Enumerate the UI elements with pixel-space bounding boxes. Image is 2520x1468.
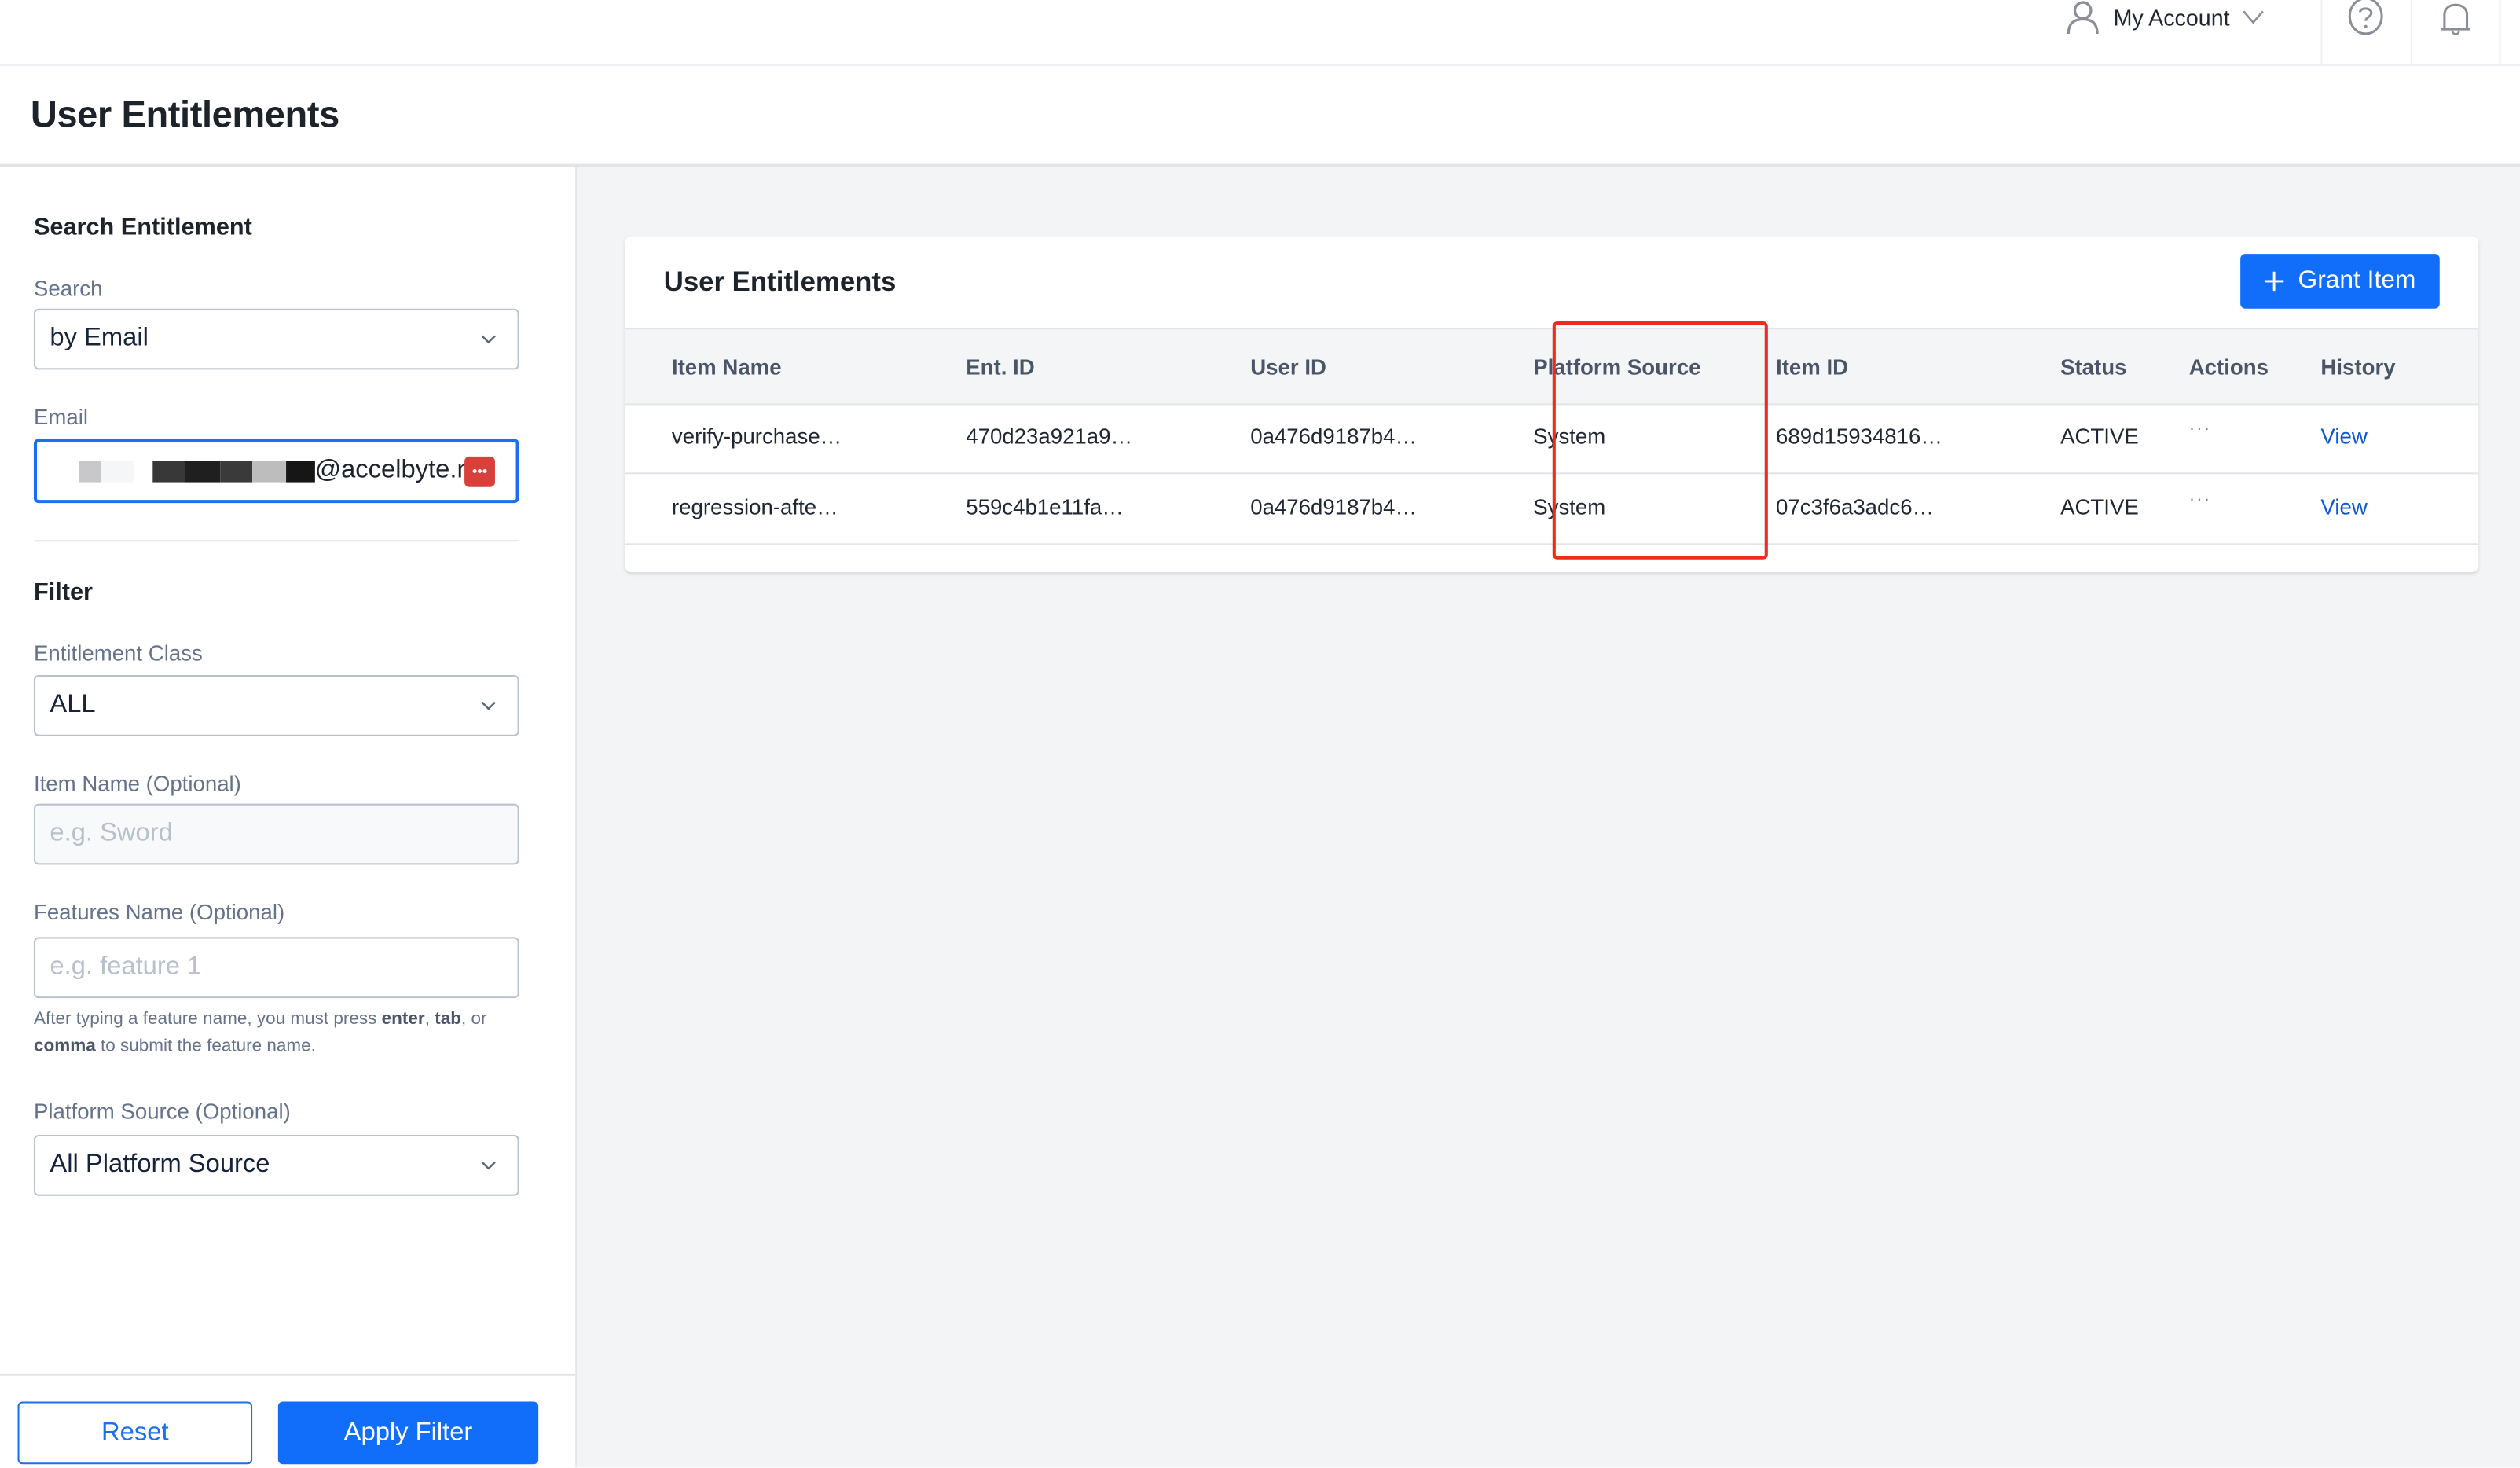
cell-item-id: 07c3f6a3adc6… xyxy=(1776,494,1935,519)
password-manager-icon[interactable]: ••• xyxy=(464,456,495,487)
page: My Account User Entitlements Search Enti… xyxy=(0,0,2520,1468)
item-name-input[interactable]: e.g. Sword xyxy=(33,803,519,865)
search-label: Search xyxy=(33,276,103,301)
help-icon[interactable] xyxy=(2346,0,2385,39)
item-name-placeholder: e.g. Sword xyxy=(50,820,173,847)
cell-user-id: 0a476d9187b4… xyxy=(1250,494,1418,519)
column-header-status[interactable]: Status xyxy=(2060,355,2126,380)
entitlement-class-value: ALL xyxy=(50,691,96,719)
cell-item-name: regression-afte… xyxy=(671,494,838,519)
cell-status: ACTIVE xyxy=(2060,424,2139,449)
grant-item-label: Grant Item xyxy=(2298,266,2416,295)
reset-button[interactable]: Reset xyxy=(17,1401,253,1465)
search-filter-panel: Search Entitlement Search by Email Email… xyxy=(0,167,578,1468)
grant-item-button[interactable]: Grant Item xyxy=(2240,254,2440,309)
topbar-divider xyxy=(2320,0,2323,64)
features-name-label: Features Name (Optional) xyxy=(33,900,285,925)
platform-source-select[interactable]: All Platform Source xyxy=(33,1134,519,1196)
platform-source-value: All Platform Source xyxy=(50,1151,270,1179)
section-divider xyxy=(33,540,519,542)
more-actions-icon[interactable]: ··· xyxy=(2189,490,2212,510)
entitlements-title: User Entitlements xyxy=(663,266,897,298)
cell-status: ACTIVE xyxy=(2060,494,2139,519)
footer-divider xyxy=(0,1374,576,1376)
cell-platform-source: System xyxy=(1533,424,1606,449)
view-history-link[interactable]: View xyxy=(2320,495,2367,519)
search-by-value: by Email xyxy=(50,325,149,352)
table-row[interactable]: regression-afte… 559c4b1e11fa… 0a476d918… xyxy=(625,472,2478,545)
column-header-ent-id[interactable]: Ent. ID xyxy=(966,355,1034,380)
column-header-item-id[interactable]: Item ID xyxy=(1776,355,1848,380)
column-header-item-name[interactable]: Item Name xyxy=(672,355,782,380)
search-by-select[interactable]: by Email xyxy=(33,308,519,370)
email-redacted-prefix xyxy=(60,460,315,482)
bell-icon[interactable] xyxy=(2437,0,2475,39)
chevron-down-icon xyxy=(481,701,496,710)
search-section-title: Search Entitlement xyxy=(33,214,252,241)
my-account-menu[interactable]: My Account xyxy=(2065,0,2265,35)
column-header-platform-source[interactable]: Platform Source xyxy=(1533,355,1700,380)
chevron-down-icon xyxy=(481,335,496,344)
cell-item-name: verify-purchase… xyxy=(671,424,842,449)
filter-section-title: Filter xyxy=(33,578,93,607)
topbar-divider xyxy=(2499,0,2501,64)
chevron-down-icon xyxy=(2243,9,2265,25)
column-header-actions: Actions xyxy=(2188,355,2269,380)
column-header-user-id[interactable]: User ID xyxy=(1250,355,1326,380)
entitlement-class-select[interactable]: ALL xyxy=(33,675,519,736)
topbar-divider xyxy=(2410,0,2412,64)
entitlement-class-label: Entitlement Class xyxy=(33,641,203,666)
chevron-down-icon xyxy=(481,1161,496,1170)
email-label: Email xyxy=(33,405,89,430)
email-input[interactable]: @accelbyte.net ••• xyxy=(33,439,519,504)
platform-source-label: Platform Source (Optional) xyxy=(33,1099,291,1124)
main-content: User Entitlements Grant Item Item Name E… xyxy=(577,167,2520,1468)
table-header: Item Name Ent. ID User ID Platform Sourc… xyxy=(625,328,2478,406)
features-hint: After typing a feature name, you must pr… xyxy=(33,1009,487,1055)
more-actions-icon[interactable]: ··· xyxy=(2189,420,2212,439)
apply-filter-button[interactable]: Apply Filter xyxy=(277,1401,539,1465)
my-account-label: My Account xyxy=(2113,5,2230,31)
view-history-link[interactable]: View xyxy=(2320,424,2367,449)
table-row[interactable]: verify-purchase… 470d23a921a9… 0a476d918… xyxy=(625,402,2478,475)
cell-platform-source: System xyxy=(1533,494,1606,519)
item-name-label: Item Name (Optional) xyxy=(33,771,241,796)
column-header-history: History xyxy=(2320,355,2396,380)
page-header: User Entitlements xyxy=(0,65,2520,167)
top-bar: My Account xyxy=(0,0,2520,66)
page-title: User Entitlements xyxy=(30,93,339,135)
cell-ent-id: 559c4b1e11fa… xyxy=(966,494,1124,519)
cell-item-id: 689d15934816… xyxy=(1776,424,1942,449)
user-icon xyxy=(2065,0,2100,35)
entitlements-card: User Entitlements Grant Item Item Name E… xyxy=(625,236,2478,573)
features-name-input[interactable]: e.g. feature 1 xyxy=(33,937,519,999)
cell-user-id: 0a476d9187b4… xyxy=(1250,424,1418,449)
plus-icon xyxy=(2264,271,2284,292)
cell-ent-id: 470d23a921a9… xyxy=(966,424,1133,449)
features-name-placeholder: e.g. feature 1 xyxy=(50,952,202,981)
